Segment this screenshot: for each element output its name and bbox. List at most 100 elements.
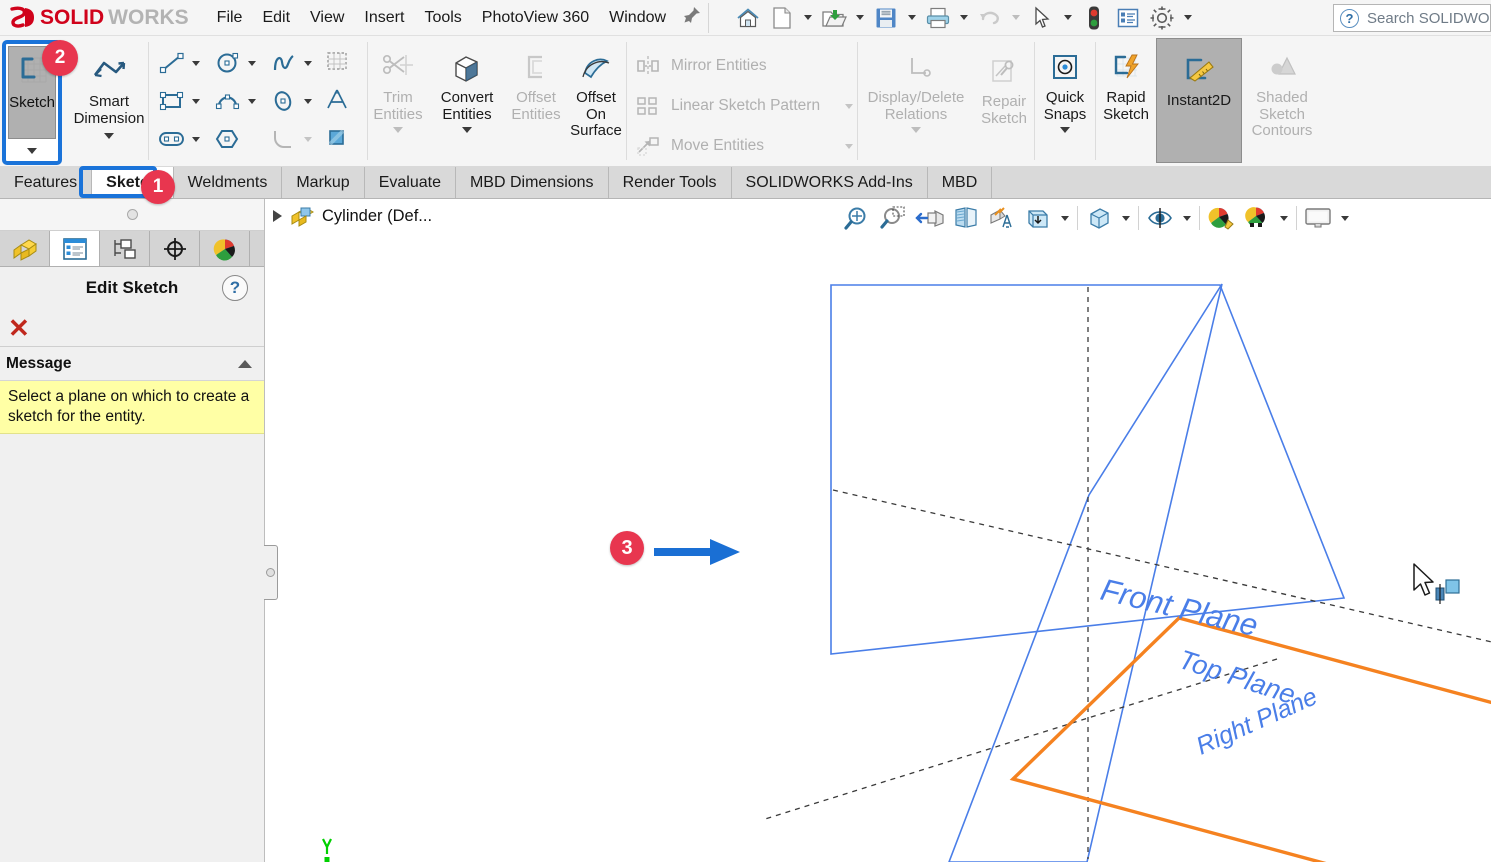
sketch-dropdown[interactable] — [8, 139, 56, 159]
tab-dimxpert-manager[interactable] — [150, 231, 200, 266]
tab-configuration-manager[interactable] — [100, 231, 150, 266]
plane-viewport[interactable]: Front Plane Top Plane Right Plane — [265, 199, 1491, 862]
undo-icon — [973, 2, 1007, 34]
chevron-up-icon[interactable] — [238, 359, 252, 368]
undo-dropdown-caret — [1012, 15, 1021, 20]
gear-dropdown-caret[interactable] — [1184, 15, 1193, 20]
graphics-area[interactable]: Cylinder (Def... Front Plane Top Plane R… — [265, 199, 1491, 862]
tab-property-manager[interactable] — [50, 231, 100, 266]
arc-dropdown-caret[interactable] — [248, 98, 256, 104]
solidworks-window: SOLID WORKS File Edit View Insert Tools P… — [0, 0, 1491, 862]
menu-photoview-360[interactable]: PhotoView 360 — [472, 5, 599, 31]
smart-dimension-button[interactable]: Smart Dimension — [70, 36, 148, 166]
cancel-x-icon[interactable]: ✕ — [8, 315, 30, 341]
ds-logo-icon — [10, 6, 34, 28]
trim-entities-label-1: Trim — [383, 89, 413, 106]
shaded-area-icon[interactable] — [323, 124, 363, 155]
panel-splitter-handle[interactable] — [264, 545, 278, 600]
circle-dropdown-caret[interactable] — [248, 60, 256, 66]
quick-snaps-button[interactable]: Quick Snaps — [1035, 36, 1095, 166]
convert-entities-dropdown-caret[interactable] — [462, 127, 472, 133]
front-plane-label[interactable]: Front Plane — [1097, 572, 1261, 643]
tab-weldments[interactable]: Weldments — [174, 167, 283, 198]
print-icon[interactable] — [921, 2, 955, 34]
menu-insert[interactable]: Insert — [354, 5, 414, 31]
offset-on-surface-button[interactable]: Offset On Surface — [566, 36, 626, 166]
property-manager-tab-strip — [0, 231, 264, 267]
menu-tools[interactable]: Tools — [414, 5, 471, 31]
rectangle-dropdown-caret[interactable] — [192, 98, 200, 104]
tab-solidworks-add-ins[interactable]: SOLIDWORKS Add-Ins — [732, 167, 928, 198]
print-dropdown-caret[interactable] — [960, 15, 969, 20]
dimxpert-icon — [163, 237, 186, 260]
offset-on-surface-label-2: On — [585, 105, 606, 123]
pushpin-icon[interactable] — [682, 5, 702, 30]
slot-dropdown-caret[interactable] — [192, 136, 200, 142]
message-section-header[interactable]: Message — [0, 347, 264, 381]
circle-tool[interactable] — [211, 47, 267, 79]
property-manager-panel: Edit Sketch ? ✕ Message Select a plane o… — [0, 199, 265, 862]
ellipse-tool[interactable] — [267, 85, 323, 117]
new-document-dropdown-caret[interactable] — [804, 15, 813, 20]
save-dropdown-caret[interactable] — [908, 15, 917, 20]
ribbon-group-pattern-tools: Mirror Entities Linear Sketch Pattern Mo… — [627, 36, 857, 166]
fillet-dropdown-caret — [304, 136, 312, 142]
menu-window[interactable]: Window — [599, 5, 676, 31]
menu-edit[interactable]: Edit — [252, 5, 300, 31]
options-list-icon[interactable] — [1111, 2, 1145, 34]
annotation-badge-2: 2 — [42, 40, 78, 76]
traffic-light-icon[interactable] — [1077, 2, 1111, 34]
arc-tool[interactable] — [211, 85, 267, 117]
offset-on-surface-label-3: Surface — [570, 122, 622, 139]
home-icon[interactable] — [731, 2, 765, 34]
shaded-sketch-contours-icon — [1263, 46, 1301, 90]
display-delete-relations-label-1: Display/Delete — [867, 89, 965, 106]
mirror-entities-button: Mirror Entities — [633, 47, 853, 85]
search-input[interactable]: ? Search SOLIDWO — [1333, 4, 1491, 32]
help-question-icon[interactable]: ? — [222, 275, 248, 301]
convert-entities-button[interactable]: Convert Entities — [428, 36, 506, 166]
open-folder-icon[interactable] — [817, 2, 851, 34]
fillet-tool — [267, 123, 323, 155]
tab-render-tools[interactable]: Render Tools — [609, 167, 732, 198]
line-tool[interactable] — [155, 47, 211, 79]
select-cursor-icon[interactable] — [1025, 2, 1059, 34]
rectangle-tool[interactable] — [155, 85, 211, 117]
tab-features[interactable]: Features — [0, 167, 93, 198]
smart-dimension-dropdown-caret[interactable] — [104, 133, 114, 139]
tab-mbd-dimensions[interactable]: MBD Dimensions — [456, 167, 609, 198]
save-icon[interactable] — [869, 2, 903, 34]
instant2d-button[interactable]: Instant2D — [1156, 38, 1242, 163]
3d-sketch-plane-icon[interactable] — [323, 48, 363, 79]
rapid-sketch-button[interactable]: Rapid Sketch — [1096, 36, 1156, 166]
shaded-sketch-contours-label-2: Sketch — [1259, 105, 1305, 123]
new-document-icon[interactable] — [765, 2, 799, 34]
message-section-label: Message — [6, 354, 72, 372]
menu-file[interactable]: File — [207, 5, 253, 31]
tab-mbd[interactable]: MBD — [928, 167, 993, 198]
polygon-tool[interactable] — [211, 123, 267, 155]
text-icon[interactable] — [323, 86, 363, 117]
ellipse-dropdown-caret[interactable] — [304, 98, 312, 104]
tab-evaluate[interactable]: Evaluate — [365, 167, 456, 198]
quick-snaps-dropdown-caret[interactable] — [1060, 127, 1070, 133]
panel-handle-bar[interactable] — [0, 199, 264, 231]
display-manager-icon — [213, 238, 235, 261]
ribbon-toolbar: Sketch 2 Smart Dimension Trim Entities C… — [0, 36, 1491, 167]
right-plane[interactable] — [948, 283, 1223, 862]
top-plane[interactable] — [1009, 616, 1491, 862]
message-text: Select a plane on which to create a sket… — [0, 381, 264, 435]
open-dropdown-caret[interactable] — [856, 15, 865, 20]
tab-feature-manager[interactable] — [0, 231, 50, 266]
gear-icon[interactable] — [1145, 2, 1179, 34]
smart-dimension-label-1: Smart — [88, 93, 129, 110]
slot-tool[interactable] — [155, 123, 211, 155]
menu-view[interactable]: View — [300, 5, 354, 31]
select-dropdown-caret[interactable] — [1064, 15, 1073, 20]
offset-entities-label-1: Offset — [516, 89, 556, 106]
line-dropdown-caret[interactable] — [192, 60, 200, 66]
spline-tool[interactable] — [267, 47, 323, 79]
spline-dropdown-caret[interactable] — [304, 60, 312, 66]
tab-display-manager[interactable] — [200, 231, 250, 266]
tab-markup[interactable]: Markup — [282, 167, 365, 198]
